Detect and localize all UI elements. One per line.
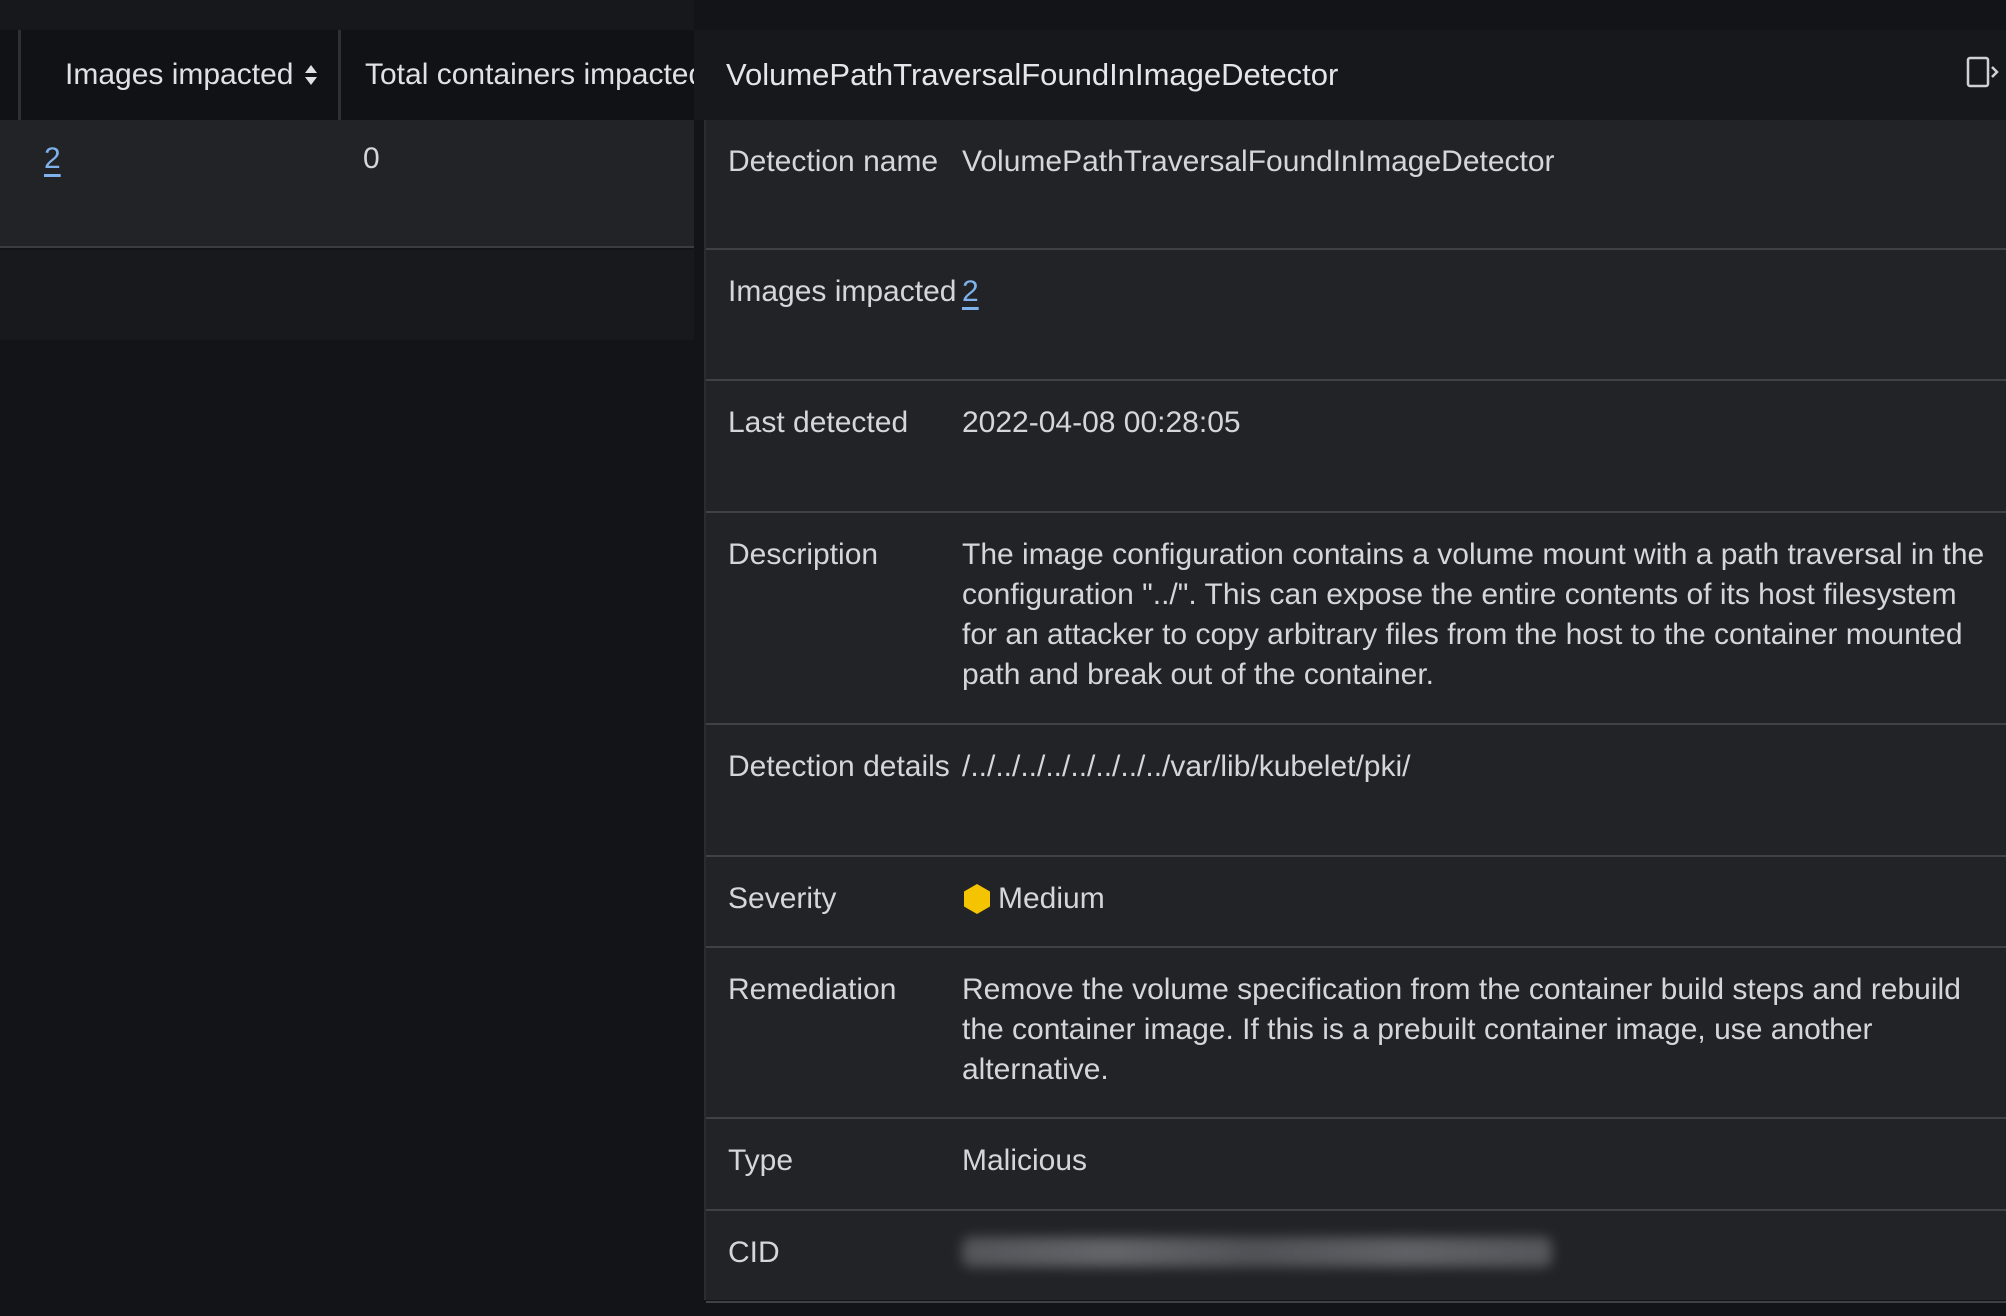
- detail-label: Last detected: [728, 406, 909, 439]
- collapse-panel-icon: [1965, 55, 1999, 94]
- detail-value-remediation: Remove the volume specification from the…: [962, 973, 1961, 1086]
- detail-label: Description: [728, 538, 879, 571]
- table-empty-area: [0, 250, 694, 340]
- table-top-strip: [0, 0, 694, 30]
- images-impacted-link[interactable]: 2: [962, 275, 979, 308]
- detail-value-detection-name: VolumePathTraversalFoundInImageDetector: [962, 145, 1555, 178]
- detail-row-description: Description The image configuration cont…: [706, 513, 2006, 725]
- severity-badge: Medium: [962, 879, 1105, 919]
- detail-label: Detection details: [728, 750, 950, 783]
- detail-row-remediation: Remediation Remove the volume specificat…: [706, 948, 2006, 1119]
- cell-total-containers-impacted: 0: [363, 142, 380, 175]
- detail-row-images-impacted: Images impacted 2: [706, 250, 2006, 381]
- detail-value-detection-details: /../../../../../../../../var/lib/kubelet…: [962, 750, 1411, 783]
- collapse-panel-button[interactable]: [1962, 54, 2002, 94]
- sort-icon[interactable]: [303, 60, 319, 90]
- detail-value-cid: [962, 1233, 2006, 1301]
- cell-images-impacted: 2: [0, 120, 363, 246]
- detail-row-last-detected: Last detected 2022-04-08 00:28:05: [706, 381, 2006, 513]
- severity-label: Medium: [998, 882, 1105, 915]
- detail-label: Type: [728, 1144, 794, 1177]
- detections-table: Images impacted Total containers impacte…: [0, 0, 694, 1316]
- detail-label: CID: [728, 1236, 780, 1269]
- detail-value-images-impacted: 2: [962, 272, 2006, 379]
- column-header-images-impacted[interactable]: Images impacted: [18, 30, 338, 120]
- detection-details-panel: VolumePathTraversalFoundInImageDetector …: [694, 0, 2006, 1316]
- table-row[interactable]: 2 0: [0, 120, 694, 248]
- detail-value-last-detected: 2022-04-08 00:28:05: [962, 406, 1241, 439]
- column-header-total-containers-impacted[interactable]: Total containers impacted: [338, 30, 694, 120]
- detail-row-type: Type Malicious: [706, 1119, 2006, 1211]
- details-list: Detection name VolumePathTraversalFoundI…: [704, 120, 2006, 1303]
- hexagon-icon: [964, 884, 990, 914]
- detail-label: Detection name: [728, 145, 939, 178]
- detail-row-detection-details: Detection details /../../../../../../../…: [706, 725, 2006, 857]
- detail-label: Severity: [728, 882, 837, 915]
- panel-header: VolumePathTraversalFoundInImageDetector: [694, 30, 2006, 120]
- panel-title: VolumePathTraversalFoundInImageDetector: [726, 57, 1339, 92]
- detail-value-description: The image configuration contains a volum…: [962, 538, 1985, 691]
- detail-row-severity: Severity Medium: [706, 857, 2006, 948]
- column-header-label: Total containers impacted: [365, 58, 694, 91]
- detections-view: Images impacted Total containers impacte…: [0, 0, 2006, 1316]
- detail-label: Remediation: [728, 973, 897, 1006]
- images-impacted-link[interactable]: 2: [44, 142, 61, 175]
- detail-row-detection-name: Detection name VolumePathTraversalFoundI…: [706, 120, 2006, 250]
- detail-value-severity: Medium: [962, 879, 2006, 946]
- table-header: Images impacted Total containers impacte…: [0, 30, 694, 120]
- detail-value-type: Malicious: [962, 1144, 1088, 1177]
- detail-label: Images impacted: [728, 275, 957, 308]
- cid-redacted: [962, 1237, 1552, 1267]
- detail-row-cid: CID: [706, 1211, 2006, 1303]
- column-header-label: Images impacted: [65, 58, 294, 91]
